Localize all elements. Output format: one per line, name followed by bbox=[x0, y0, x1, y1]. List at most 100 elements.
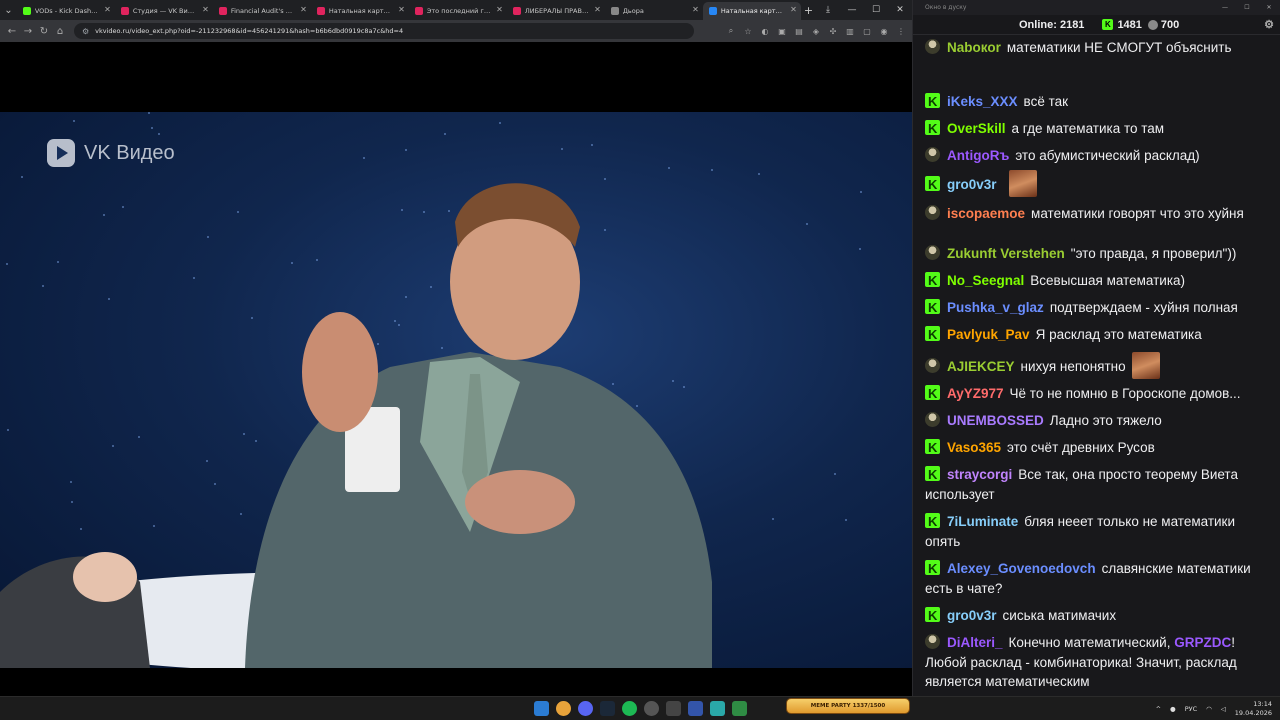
browser-tab[interactable]: Financial Audit's First F… ✕ bbox=[213, 2, 311, 20]
site-info-icon[interactable]: ⚙ bbox=[82, 27, 89, 36]
tab-close-icon[interactable]: ✕ bbox=[594, 5, 601, 14]
chat-message[interactable]: UNEMBOSSED Ладно это тяжело bbox=[925, 411, 1267, 431]
chat-message[interactable]: iKeks_XXX всё так bbox=[925, 92, 1267, 112]
tray-chevron-icon[interactable]: ^ bbox=[1156, 705, 1161, 713]
extensions-puzzle-icon[interactable]: ✣ bbox=[826, 24, 840, 38]
chat-username[interactable]: UNEMBOSSED bbox=[947, 413, 1044, 428]
chat-username[interactable]: DiAlteri_ bbox=[947, 635, 1003, 650]
reload-icon[interactable]: ↻ bbox=[36, 23, 52, 39]
spotify-app-icon[interactable] bbox=[622, 701, 637, 716]
chat-username[interactable]: iscopaemoe bbox=[947, 206, 1025, 221]
browser-tab[interactable]: Натальная карта #… ✕ bbox=[702, 2, 801, 20]
forward-icon[interactable]: → bbox=[20, 23, 36, 39]
back-icon[interactable]: ← bbox=[4, 23, 20, 39]
video-frame[interactable]: VK Видео bbox=[0, 112, 912, 668]
discord-app-icon[interactable] bbox=[578, 701, 593, 716]
tab-search-icon[interactable]: ⌄ bbox=[0, 0, 17, 20]
extension-icon[interactable]: ▤ bbox=[792, 24, 806, 38]
chat-message[interactable]: Zukunft Verstehen "это правда, я проверил… bbox=[925, 244, 1267, 264]
chat-username[interactable]: AntigoRъ bbox=[947, 148, 1009, 163]
chat-username[interactable]: No_Seegnal bbox=[947, 273, 1024, 288]
meme-party-widget[interactable]: MEME PARTY 1337/1500 bbox=[786, 698, 910, 714]
tab-close-icon[interactable]: ✕ bbox=[104, 5, 111, 14]
chat-username[interactable]: AyYZ977 bbox=[947, 386, 1004, 401]
language-indicator[interactable]: РУС bbox=[1185, 705, 1197, 713]
zoom-icon[interactable]: ⌕ bbox=[724, 24, 738, 38]
obs-app-icon[interactable] bbox=[644, 701, 659, 716]
chat-username[interactable]: 7iLuminate bbox=[947, 514, 1018, 529]
volume-icon[interactable]: ◁ bbox=[1221, 705, 1226, 713]
bookmark-star-icon[interactable]: ☆ bbox=[741, 24, 755, 38]
chat-message-list[interactable]: Naboкоr математики НЕ СМОГУТ объяснить iKe… bbox=[913, 36, 1280, 696]
chat-message[interactable]: gro0v3r сиська матимачих bbox=[925, 606, 1267, 626]
browser-tab[interactable]: VODs - Kick Dashboard ✕ bbox=[17, 2, 115, 20]
app-icon[interactable] bbox=[688, 701, 703, 716]
chat-username[interactable]: Alexey_Govenoedovch bbox=[947, 561, 1096, 576]
extension-icon[interactable]: ◈ bbox=[809, 24, 823, 38]
chat-message[interactable]: No_Seegnal Всевысшая математика) bbox=[925, 271, 1267, 291]
microphone-icon[interactable]: ● bbox=[1170, 705, 1176, 713]
home-icon[interactable]: ⌂ bbox=[52, 23, 68, 39]
minimize-button[interactable]: — bbox=[840, 0, 864, 20]
chat-message[interactable]: gro0v3r bbox=[925, 170, 1267, 197]
steam-app-icon[interactable] bbox=[600, 701, 615, 716]
chat-username[interactable]: Zukunft Verstehen bbox=[947, 246, 1065, 261]
tab-close-icon[interactable]: ✕ bbox=[300, 5, 307, 14]
chat-mention[interactable]: GRPZDC bbox=[1174, 635, 1231, 650]
chat-message[interactable]: 7iLuminateбляя нееет только не математик… bbox=[925, 512, 1267, 551]
maximize-button[interactable]: ☐ bbox=[1236, 4, 1258, 11]
chat-username[interactable]: iKeks_XXX bbox=[947, 94, 1018, 109]
close-button[interactable]: ✕ bbox=[888, 0, 912, 20]
split-view-icon[interactable]: ▥ bbox=[843, 24, 857, 38]
maximize-button[interactable]: ☐ bbox=[864, 0, 888, 20]
chat-username[interactable]: gro0v3r bbox=[947, 608, 997, 623]
chat-username[interactable]: gro0v3r bbox=[947, 177, 997, 192]
chat-username[interactable]: Pushka_v_glaz bbox=[947, 300, 1044, 315]
chat-username[interactable]: AJIEKCEY bbox=[947, 359, 1015, 374]
tab-icon[interactable]: ▢ bbox=[860, 24, 874, 38]
app-icon[interactable] bbox=[710, 701, 725, 716]
close-button[interactable]: ✕ bbox=[1258, 4, 1280, 11]
chat-message[interactable]: Pavlyuk_Pav Я расклад это математика bbox=[925, 325, 1267, 345]
app-icon[interactable] bbox=[732, 701, 747, 716]
app-icon[interactable] bbox=[666, 701, 681, 716]
browser-tab[interactable]: Дьора ✕ bbox=[605, 2, 703, 20]
chrome-app-icon[interactable] bbox=[556, 701, 571, 716]
chat-message[interactable]: DiAlteri_ Конечно математический, GRPZDC!… bbox=[925, 633, 1267, 692]
download-icon[interactable]: ⤓ bbox=[816, 0, 840, 20]
chat-message[interactable]: Naboкоr математики НЕ СМОГУТ объяснить bbox=[925, 38, 1267, 58]
browser-tab[interactable]: ЛИБЕРАЛЫ ПРАВЫ В … ✕ bbox=[507, 2, 605, 20]
chat-message[interactable]: Alexey_Govenoedovchславянские математики… bbox=[925, 559, 1267, 598]
chat-message[interactable]: AntigoRъ это абумистический расклад) bbox=[925, 146, 1267, 166]
chat-username[interactable]: Vaso365 bbox=[947, 440, 1001, 455]
chat-message[interactable]: Vaso365 это счёт древних Русов bbox=[925, 438, 1267, 458]
chat-username[interactable]: OverSkill bbox=[947, 121, 1006, 136]
tab-close-icon[interactable]: ✕ bbox=[496, 5, 503, 14]
start-button[interactable] bbox=[534, 701, 549, 716]
browser-tab[interactable]: Студия — VK Видео Li… ✕ bbox=[115, 2, 213, 20]
chat-message[interactable]: straycorgiВсе так, она просто теорему Ви… bbox=[925, 465, 1267, 504]
menu-icon[interactable]: ⋮ bbox=[894, 24, 908, 38]
settings-gear-icon[interactable]: ⚙ bbox=[1264, 18, 1274, 31]
chat-message[interactable]: AyYZ977 Чё то не помню в Гороскопе домов.… bbox=[925, 384, 1267, 404]
tab-close-icon[interactable]: ✕ bbox=[692, 5, 699, 14]
tab-close-icon[interactable]: ✕ bbox=[790, 5, 797, 14]
chat-message[interactable]: iscopaemoe математики говорят что это хуй… bbox=[925, 204, 1267, 224]
chat-message[interactable]: OverSkill а где математика то там bbox=[925, 119, 1267, 139]
minimize-button[interactable]: — bbox=[1214, 4, 1236, 11]
chat-username[interactable]: straycorgi bbox=[947, 467, 1012, 482]
chat-message[interactable]: Pushka_v_glaz подтверждаем - хуйня полная bbox=[925, 298, 1267, 318]
extension-icon[interactable]: ◐ bbox=[758, 24, 772, 38]
chat-username[interactable]: Pavlyuk_Pav bbox=[947, 327, 1030, 342]
tab-close-icon[interactable]: ✕ bbox=[202, 5, 209, 14]
extension-icon[interactable]: ▣ bbox=[775, 24, 789, 38]
tab-close-icon[interactable]: ✕ bbox=[398, 5, 405, 14]
chat-username[interactable]: Naboкоr bbox=[947, 40, 1001, 55]
profile-avatar[interactable]: ◉ bbox=[877, 24, 891, 38]
clock[interactable]: 13:14 19.04.2026 bbox=[1235, 700, 1272, 718]
browser-tab[interactable]: Это последний год Пу… ✕ bbox=[409, 2, 507, 20]
video-player[interactable]: VK Видео bbox=[0, 42, 912, 696]
new-tab-button[interactable]: + bbox=[801, 1, 816, 19]
browser-tab[interactable]: Натальная карта #58 … ✕ bbox=[311, 2, 409, 20]
wifi-icon[interactable]: ◠ bbox=[1206, 705, 1212, 713]
